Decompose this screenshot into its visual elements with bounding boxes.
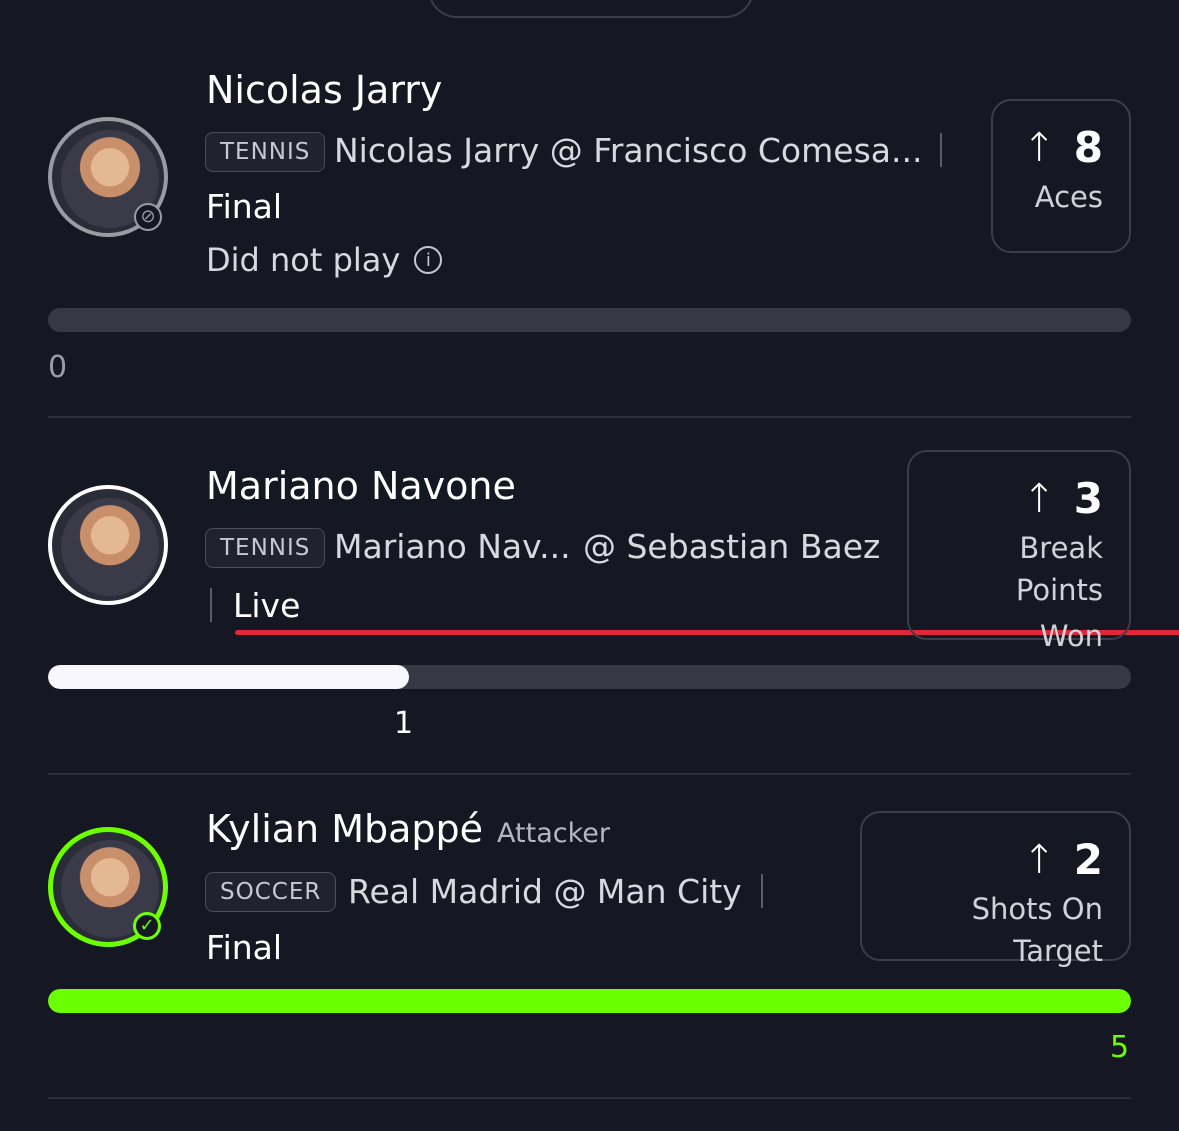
- game-status: Final: [206, 928, 283, 967]
- player-card-mariano-navone[interactable]: Mariano Navone TENNIS Mariano Nav... @ S…: [0, 0, 1179, 775]
- stat-box[interactable]: ↑ 8 Aces: [991, 99, 1131, 253]
- arrow-up-icon: ↑: [1022, 124, 1056, 171]
- player-role: Attacker: [497, 818, 610, 849]
- player-name: Mariano Navone: [206, 464, 516, 508]
- stat-value: 8: [1073, 123, 1103, 172]
- divider: [48, 416, 1131, 418]
- matchup-text: Real Madrid @ Man City: [348, 872, 742, 911]
- progress-value: 0: [48, 350, 68, 385]
- player-name-row: Kylian Mbappé Attacker: [206, 807, 610, 851]
- player-avatar: ✓: [48, 827, 168, 947]
- progress-track: [48, 989, 1131, 1013]
- matchup-opponent: @ Sebastian Baez: [583, 527, 881, 566]
- sport-tag: TENNIS: [205, 132, 326, 172]
- did-not-play-note: Did not play i: [206, 241, 443, 279]
- matchup-text: Nicolas Jarry @ Francisco Comesa...: [334, 131, 923, 170]
- stat-value: 2: [1073, 835, 1103, 884]
- sport-tag: TENNIS: [205, 528, 326, 568]
- progress-fill: [48, 665, 409, 689]
- progress-track: [48, 665, 1131, 689]
- progress-value: 5: [1110, 1030, 1130, 1065]
- stat-label: Shots On Target: [971, 892, 1103, 968]
- divider: [48, 1097, 1131, 1099]
- player-name: Kylian Mbappé: [206, 807, 484, 851]
- stat-box[interactable]: ↑ 3 Break Points Won: [907, 450, 1131, 653]
- separator: [940, 133, 942, 167]
- progress-fill: [48, 989, 1131, 1013]
- player-avatar: [48, 485, 168, 605]
- info-icon[interactable]: i: [414, 246, 443, 274]
- game-status: Final: [206, 187, 283, 226]
- player-avatar: ⊘: [48, 117, 168, 237]
- progress-value: 1: [394, 706, 414, 741]
- arrow-up-icon: ↑: [1022, 836, 1056, 883]
- separator: [761, 874, 763, 908]
- sport-tag: SOCCER: [205, 872, 337, 912]
- player-name: Nicolas Jarry: [206, 68, 443, 112]
- stat-label-line1: Break Points: [1015, 531, 1103, 607]
- check-icon: ✓: [133, 912, 161, 940]
- arrow-up-icon: ↑: [1022, 475, 1056, 522]
- divider: [48, 773, 1131, 775]
- stat-box[interactable]: ↑ 2 Shots On Target: [860, 811, 1131, 968]
- player-photo: [61, 498, 159, 596]
- no-entry-icon: ⊘: [134, 203, 162, 231]
- stat-label-line2: Won: [1039, 619, 1103, 653]
- separator: [210, 588, 212, 622]
- note-text: Did not play: [206, 241, 401, 279]
- stat-label: Aces: [1034, 180, 1103, 214]
- stat-value: 3: [1073, 474, 1103, 523]
- progress-track: [48, 308, 1131, 332]
- matchup-text: Mariano Nav...: [334, 527, 571, 566]
